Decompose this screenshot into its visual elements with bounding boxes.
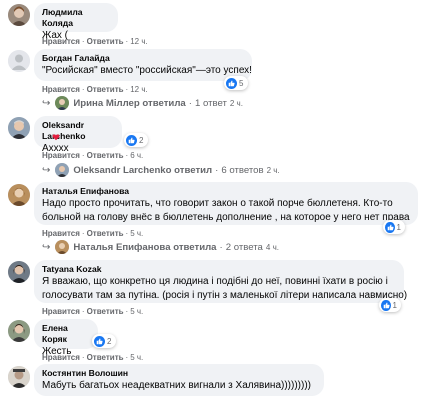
- reply-time: 2 ч.: [266, 165, 280, 175]
- comment-text: голосувати там за путіна. (росія і путін…: [42, 290, 408, 301]
- reply-link[interactable]: Ответить: [87, 85, 124, 94]
- avatar[interactable]: [8, 50, 30, 72]
- comment-time[interactable]: 6 ч.: [130, 151, 143, 160]
- reply-arrow-icon: ↪: [42, 97, 51, 109]
- separator: ·: [81, 37, 85, 46]
- like-reaction-icon: [126, 134, 137, 146]
- reaction-count: 5: [239, 78, 244, 88]
- comment-author[interactable]: Елена Коряк: [42, 323, 89, 345]
- separator: ·: [125, 229, 129, 238]
- reply-arrow-icon: ↪: [42, 164, 51, 176]
- comment-actions: Нравится · Ответить · 6 ч.: [42, 151, 143, 160]
- like-link[interactable]: Нравится: [42, 151, 80, 160]
- reply-time: 4 ч.: [265, 242, 279, 252]
- like-link[interactable]: Нравится: [42, 37, 80, 46]
- comment-bubble: Людмила Коляда Жах (: [34, 3, 118, 41]
- separator: ·: [125, 85, 129, 94]
- reaction-count: 2: [139, 135, 144, 145]
- reply-count: 1 ответ: [194, 97, 227, 109]
- separator: ·: [125, 353, 129, 362]
- avatar: [55, 96, 70, 110]
- reply-link[interactable]: Ответить: [87, 353, 124, 362]
- comment-text: Я вважаю, що конкретно ця людина і подіб…: [42, 276, 388, 287]
- like-reaction-icon: [226, 77, 237, 89]
- like-reaction-icon: [94, 335, 105, 347]
- reaction-badge[interactable]: 1: [379, 298, 401, 312]
- comment-bubble: Богдан Галайда "Росийская" вместо "росси…: [34, 49, 252, 81]
- comment-actions: Нравится · Ответить · 5 ч.: [42, 307, 143, 316]
- comment-actions: Нравится · Ответить · 5 ч.: [42, 229, 143, 238]
- reply-author: Наталья Епифанова ответила: [73, 241, 217, 253]
- comment-time[interactable]: 12 ч.: [130, 37, 148, 46]
- separator: ·: [125, 37, 129, 46]
- comment-actions: Нравится · Ответить · 5 ч.: [42, 353, 143, 362]
- like-reaction-icon: [381, 299, 391, 311]
- comment-author[interactable]: Богдан Галайда: [42, 53, 243, 64]
- avatar[interactable]: [8, 261, 30, 283]
- reaction-badge[interactable]: 2: [124, 133, 148, 147]
- view-replies-link[interactable]: ↪ Ирина Міллер ответила · 1 ответ 2 ч.: [42, 96, 243, 110]
- comment-time[interactable]: 12 ч.: [130, 85, 148, 94]
- reaction-count: 1: [392, 300, 397, 310]
- separator: ·: [219, 241, 223, 253]
- avatar[interactable]: [8, 117, 30, 139]
- separator: ·: [81, 353, 85, 362]
- comment-actions: Нравится · Ответить · 12 ч.: [42, 37, 148, 46]
- reply-count: 6 ответов: [221, 164, 264, 176]
- avatar: [55, 240, 70, 254]
- avatar[interactable]: [8, 366, 30, 388]
- comment-time[interactable]: 5 ч.: [130, 307, 143, 316]
- reply-link[interactable]: Ответить: [87, 37, 124, 46]
- comment-text: "Росийская" вместо "российская"—это успе…: [42, 65, 252, 76]
- reply-link[interactable]: Ответить: [87, 151, 124, 160]
- reaction-badge[interactable]: 5: [224, 76, 248, 90]
- comment-author[interactable]: Людмила Коляда: [42, 7, 109, 29]
- separator: ·: [81, 229, 85, 238]
- like-reaction-icon: [385, 221, 395, 233]
- comment-text: больной на голову внёс в бюллетень допол…: [42, 212, 410, 223]
- view-replies-link[interactable]: ↪ Наталья Епифанова ответила · 2 ответа …: [42, 240, 279, 254]
- avatar: [55, 163, 70, 177]
- separator: ·: [125, 307, 129, 316]
- comment-time[interactable]: 5 ч.: [130, 353, 143, 362]
- reply-time: 2 ч.: [229, 98, 243, 108]
- reaction-count: 2: [107, 336, 112, 346]
- comment-bubble: Наталья Епифанова Надо просто прочитать,…: [34, 182, 418, 225]
- reply-author: Ирина Міллер ответила: [73, 97, 186, 109]
- avatar[interactable]: [8, 184, 30, 206]
- reply-link[interactable]: Ответить: [87, 229, 124, 238]
- comment-text: Надо просто прочитать, что говорит закон…: [42, 198, 393, 209]
- like-link[interactable]: Нравится: [42, 353, 80, 362]
- separator: ·: [188, 97, 192, 109]
- separator: ·: [81, 85, 85, 94]
- heart-sticker-icon: [52, 134, 60, 141]
- comment-text: Мабуть багатьох неадекватних вигнали з Х…: [42, 380, 311, 391]
- reply-arrow-icon: ↪: [42, 241, 51, 253]
- separator: ·: [81, 307, 85, 316]
- reaction-badge[interactable]: 2: [92, 334, 116, 348]
- reply-count: 2 ответа: [225, 241, 263, 253]
- comment-bubble: Tatyana Kozak Я вважаю, що конкретно ця …: [34, 260, 408, 303]
- like-link[interactable]: Нравится: [42, 307, 80, 316]
- avatar[interactable]: [8, 320, 30, 342]
- comment-time[interactable]: 5 ч.: [130, 229, 143, 238]
- like-link[interactable]: Нравится: [42, 85, 80, 94]
- reply-link[interactable]: Ответить: [87, 307, 124, 316]
- separator: ·: [125, 151, 129, 160]
- like-link[interactable]: Нравится: [42, 229, 80, 238]
- reply-author: Oleksandr Larchenko ответил: [73, 164, 213, 176]
- view-replies-link[interactable]: ↪ Oleksandr Larchenko ответил · 6 ответо…: [42, 163, 280, 177]
- reaction-count: 1: [396, 222, 401, 232]
- comment-author[interactable]: Костянтин Волошин: [42, 368, 315, 379]
- avatar[interactable]: [8, 4, 30, 26]
- comment-bubble: Костянтин Волошин Мабуть багатьох неадек…: [34, 364, 324, 396]
- separator: ·: [81, 151, 85, 160]
- comment-actions: Нравится · Ответить · 12 ч.: [42, 85, 148, 94]
- reaction-badge[interactable]: 1: [383, 220, 405, 234]
- comment-bubble: Елена Коряк Жесть: [34, 319, 98, 357]
- comment-author[interactable]: Tatyana Kozak: [42, 264, 395, 275]
- comment-author[interactable]: Наталья Епифанова: [42, 186, 409, 197]
- comment-bubble: Oleksandr Larchenko Ахххх: [34, 116, 122, 154]
- separator: ·: [215, 164, 219, 176]
